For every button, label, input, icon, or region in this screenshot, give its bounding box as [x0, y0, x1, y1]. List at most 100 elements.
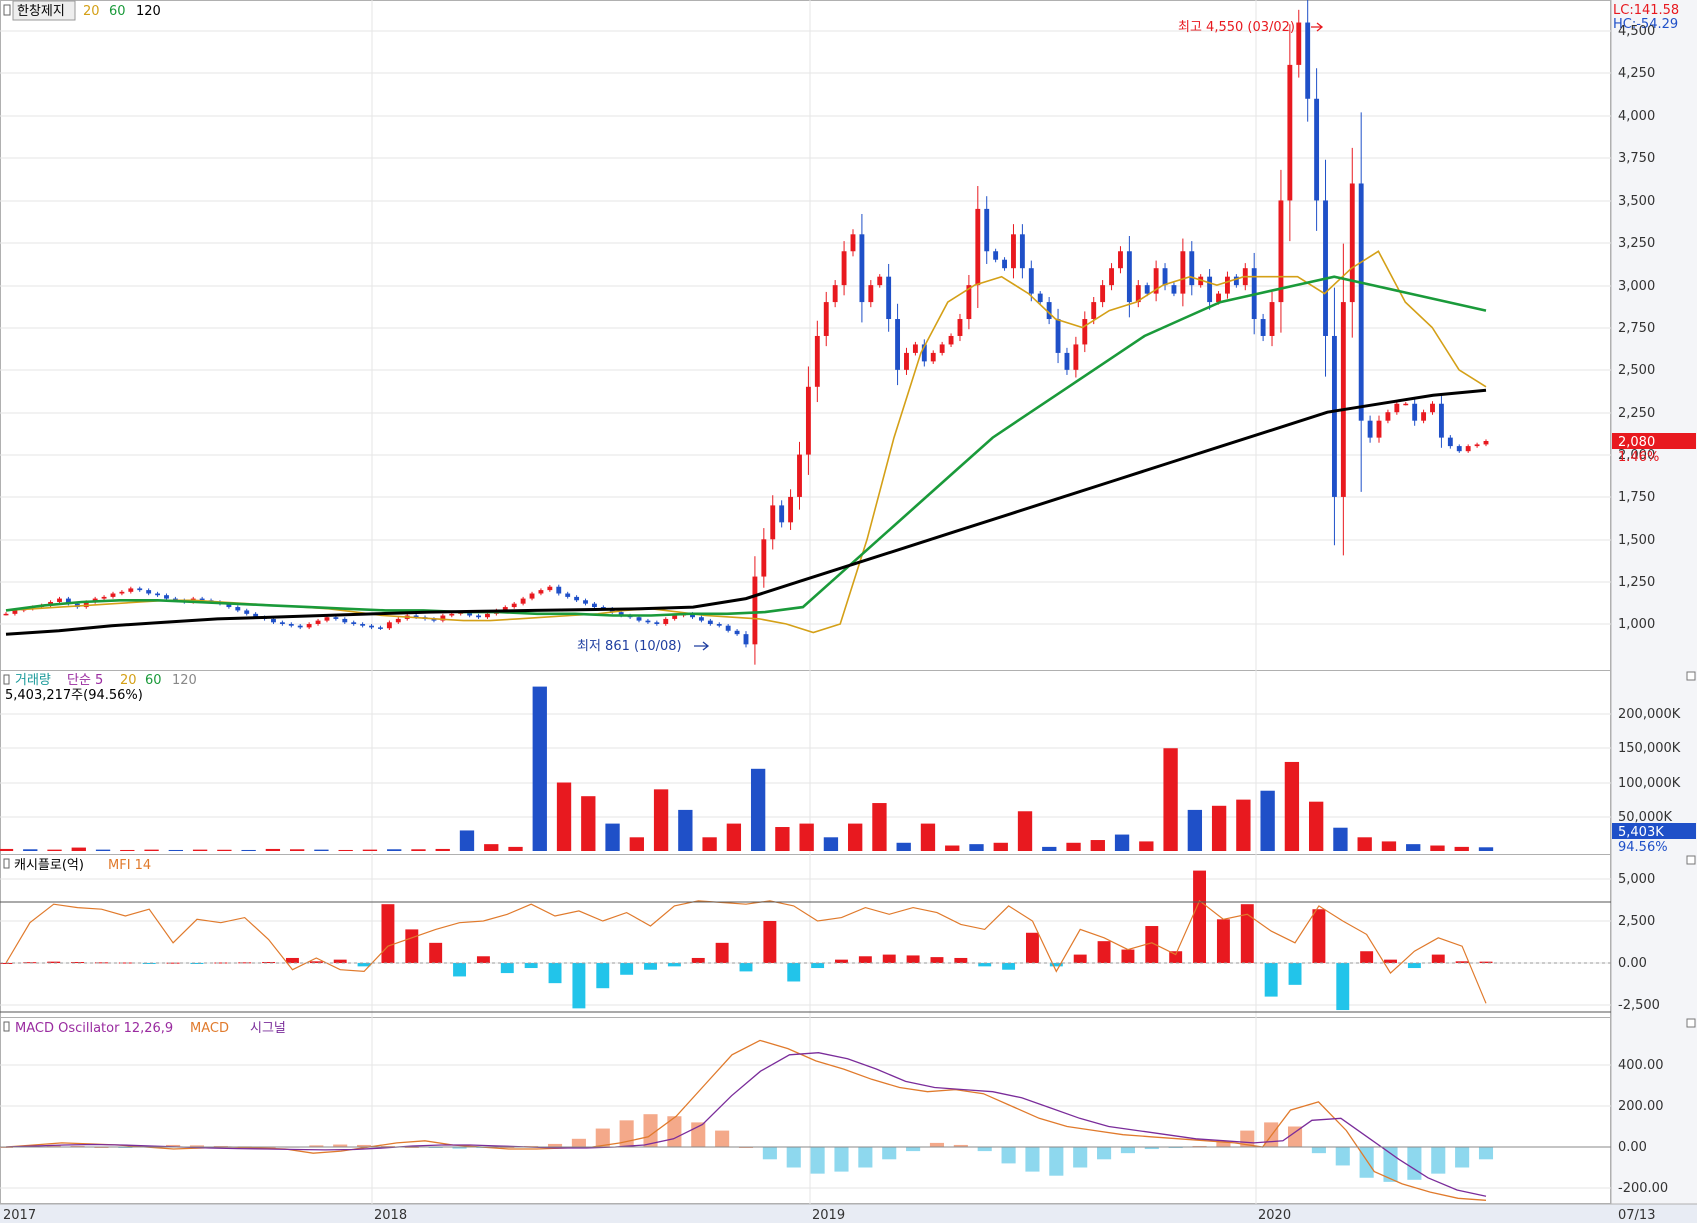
- volume-bar: [217, 849, 232, 851]
- year-label: 2017: [3, 1208, 36, 1223]
- macd-osc-bar: [715, 1130, 730, 1147]
- volume-bar: [1381, 841, 1397, 851]
- candle-body: [663, 618, 669, 624]
- macd-osc-bar: [1478, 1147, 1494, 1160]
- candle-body: [814, 335, 820, 387]
- price-tick: 3,250: [1618, 236, 1655, 251]
- candle-body: [556, 586, 562, 594]
- cashflow-bar: [715, 942, 729, 963]
- candle-body: [886, 276, 892, 320]
- candle-body: [1296, 22, 1302, 65]
- volume-bar: [969, 844, 984, 851]
- cashflow-bar: [1097, 941, 1111, 963]
- cashflow-bar: [787, 963, 801, 982]
- macd-tick: -200.00: [1618, 1181, 1668, 1196]
- cashflow-bar: [381, 904, 395, 963]
- candle-body: [984, 208, 990, 252]
- volume-bar: [120, 849, 135, 851]
- volume-bar: [484, 844, 499, 851]
- macd-osc-bar: [1335, 1147, 1350, 1166]
- ma120-label: 120: [136, 4, 161, 19]
- volume-bar: [775, 827, 790, 851]
- pane-menu-icon[interactable]: [1686, 1018, 1696, 1028]
- volume-bar: [920, 823, 936, 851]
- cashflow-tick: 5,000: [1618, 872, 1655, 887]
- candle-body: [859, 234, 865, 303]
- cashflow-bar: [763, 921, 777, 963]
- macd-osc-bar: [1311, 1147, 1326, 1154]
- volume-sma-label: 단순 5: [67, 673, 103, 688]
- candle-body: [1456, 446, 1462, 452]
- macd-osc-bar: [929, 1142, 945, 1147]
- volume-ma60-label: 60: [145, 673, 162, 688]
- volume-bar: [1357, 837, 1372, 851]
- price-tick: 1,750: [1618, 490, 1655, 505]
- candle-body: [1403, 403, 1409, 406]
- candle-body: [725, 625, 731, 631]
- candle-body: [636, 617, 642, 621]
- volume-bar: [702, 837, 717, 851]
- current-date-label: 07/13: [1618, 1208, 1655, 1223]
- volume-bar: [47, 849, 62, 851]
- pane-menu-icon[interactable]: [1686, 671, 1696, 681]
- candle-body: [993, 251, 999, 260]
- macd-tick: 0.00: [1618, 1140, 1647, 1155]
- candle-body: [895, 319, 901, 370]
- pane-menu-icon[interactable]: [1686, 855, 1696, 865]
- candle-body: [1430, 403, 1435, 413]
- price-tick: 2,250: [1618, 406, 1655, 421]
- current-price-value: 2,080: [1618, 435, 1655, 450]
- volume-bar: [241, 849, 256, 851]
- volume-bar: [1454, 846, 1469, 851]
- candle-body: [342, 618, 348, 623]
- macd-osc-bar: [834, 1147, 849, 1172]
- volume-bar: [872, 803, 887, 851]
- candle-body: [538, 590, 544, 594]
- candle-body: [1385, 412, 1391, 421]
- volume-bar: [265, 848, 281, 851]
- price-pane[interactable]: [0, 0, 1611, 671]
- candle-body: [1002, 259, 1007, 269]
- candle-body: [1207, 276, 1213, 303]
- volume-bar: [1284, 761, 1300, 851]
- candle-body: [1260, 319, 1266, 336]
- volume-bar: [532, 686, 547, 851]
- cashflow-bar: [1025, 932, 1039, 963]
- volume-bar: [605, 823, 620, 851]
- candle-body: [565, 593, 571, 597]
- volume-ma20-label: 20: [120, 673, 137, 688]
- candle-body: [1109, 268, 1114, 286]
- volume-bar: [1478, 847, 1494, 851]
- macd-osc-label: MACD Oscillator 12,26,9: [15, 1021, 173, 1036]
- volume-tick: 200,000K: [1618, 707, 1681, 722]
- volume-bar: [1090, 840, 1105, 851]
- candle-body: [146, 590, 152, 594]
- macd-tick: 400.00: [1618, 1058, 1664, 1073]
- cashflow-bar: [882, 954, 896, 963]
- price-tick: 2,500: [1618, 363, 1655, 378]
- candle-body: [1474, 444, 1480, 447]
- cashflow-bar: [1431, 954, 1445, 963]
- macd-osc-bar: [1097, 1147, 1112, 1160]
- ticker-name: 한창제지: [17, 4, 65, 19]
- candle-body: [511, 603, 517, 608]
- candle-body: [805, 386, 811, 455]
- volume-label: 거래량: [15, 673, 51, 688]
- cashflow-bar: [930, 957, 944, 963]
- stock-chart-window: 한창제지 20 60 120 최고 4,550 (03/02) 최저 861 (…: [0, 0, 1697, 1223]
- volume-bar: [459, 830, 475, 851]
- candle-body: [1144, 285, 1150, 294]
- candle-body: [761, 539, 767, 577]
- volume-percent: 94.56%: [1618, 840, 1668, 855]
- candle-body: [1100, 285, 1106, 303]
- candle-body: [378, 627, 383, 629]
- cashflow-tick: 2,500: [1618, 914, 1655, 929]
- cashflow-bar: [954, 957, 968, 963]
- candle-body: [128, 588, 134, 592]
- candle-body: [716, 624, 722, 626]
- candle-body: [155, 593, 161, 596]
- volume-bar: [1187, 809, 1203, 851]
- cashflow-bar: [1073, 954, 1087, 963]
- candle-body: [369, 625, 374, 628]
- candle-body: [1037, 293, 1043, 303]
